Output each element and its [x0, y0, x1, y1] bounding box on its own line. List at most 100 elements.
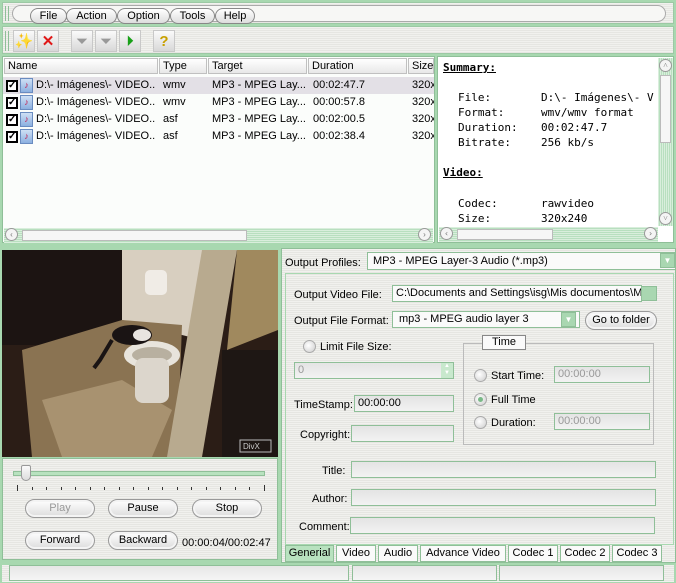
play-button[interactable]: Play: [25, 499, 95, 518]
scroll-left-button[interactable]: ‹: [5, 228, 18, 241]
column-header-target[interactable]: Target: [208, 58, 307, 74]
tab-codec-2[interactable]: Codec 2: [560, 545, 610, 562]
file-duration: 00:00:57.8: [313, 96, 365, 108]
forward-button[interactable]: Forward: [25, 531, 95, 550]
browse-output-file-button[interactable]: [641, 286, 657, 301]
filter-merge-button[interactable]: ⏷: [95, 30, 117, 52]
file-checkbox[interactable]: ✓: [6, 97, 18, 109]
summary-vertical-scrollbar[interactable]: ˄ ˅: [658, 58, 673, 226]
seek-tick: [31, 487, 33, 490]
filter-start-icon: ⏵: [126, 32, 134, 50]
file-row[interactable]: ✓ ♪ D:\- Imágenes\- VIDEO... asf MP3 - MPEG …: [3, 111, 434, 128]
tab-codec-3[interactable]: Codec 3: [612, 545, 662, 562]
media-file-icon: ♪: [20, 78, 33, 93]
file-duration: 00:02:00.5: [313, 113, 365, 125]
summary-heading: Summary:: [443, 61, 496, 74]
file-row[interactable]: ✓ ♪ D:\- Imágenes\- VIDEO... asf MP3 - MPEG …: [3, 128, 434, 145]
tab-advance-video[interactable]: Advance Video: [420, 545, 506, 562]
seek-tick: [75, 487, 76, 490]
scroll-right-button[interactable]: ›: [644, 227, 657, 240]
stop-button[interactable]: Stop: [192, 499, 262, 518]
summary-horizontal-scrollbar[interactable]: ‹ ›: [439, 227, 658, 242]
start-time-input[interactable]: 00:00:00: [554, 366, 650, 383]
time-group-title: Time: [482, 335, 526, 350]
file-target: MP3 - MPEG Lay...: [212, 113, 306, 125]
file-checkbox[interactable]: ✓: [6, 114, 18, 126]
file-list-horizontal-scrollbar[interactable]: ‹ ›: [4, 228, 433, 243]
duration-label: Duration:: [458, 121, 518, 134]
start-time-radio[interactable]: [474, 369, 487, 382]
pause-button[interactable]: Pause: [108, 499, 178, 518]
tab-audio[interactable]: Audio: [378, 545, 418, 562]
copyright-input[interactable]: [351, 425, 454, 442]
tab-codec-1[interactable]: Codec 1: [508, 545, 558, 562]
file-row[interactable]: ✓ ♪ D:\- Imágenes\- VIDEO... wmv MP3 - MPEG …: [3, 94, 434, 111]
tab-video[interactable]: Video: [336, 545, 376, 562]
seek-tick: [133, 487, 134, 490]
column-header-duration[interactable]: Duration: [308, 58, 407, 74]
seek-track[interactable]: [13, 471, 265, 476]
toolbar-grip[interactable]: [5, 31, 9, 51]
seek-tick: [234, 487, 236, 490]
duration-input[interactable]: 00:00:00: [554, 413, 650, 430]
scrollbar-thumb[interactable]: [457, 229, 553, 240]
scroll-down-button[interactable]: ˅: [659, 212, 672, 225]
menu-help[interactable]: Help: [215, 8, 255, 24]
file-checkbox[interactable]: ✓: [6, 131, 18, 143]
column-header-type[interactable]: Type: [159, 58, 207, 74]
start-convert-button[interactable]: ⏵: [119, 30, 141, 52]
timestamp-input[interactable]: 00:00:00: [354, 395, 454, 412]
start-time-label: Start Time:: [491, 370, 545, 382]
file-row[interactable]: ✓ ♪ D:\- Imágenes\- VIDEO... wmv MP3 - MPEG …: [3, 77, 434, 94]
scroll-right-button[interactable]: ›: [418, 228, 431, 241]
help-button[interactable]: ?: [153, 30, 175, 52]
output-profiles-select[interactable]: MP3 - MPEG Layer-3 Audio (*.mp3): [367, 252, 676, 270]
filter-convert-button[interactable]: ⏷: [71, 30, 93, 52]
title-input[interactable]: [351, 461, 656, 478]
column-header-size[interactable]: Size: [408, 58, 434, 74]
delete-button[interactable]: ✕: [37, 30, 59, 52]
file-type: asf: [163, 113, 178, 125]
limit-file-size-radio[interactable]: [303, 340, 316, 353]
limit-file-size-spinner[interactable]: ▲ ▼: [441, 363, 453, 378]
menu-grip[interactable]: [5, 6, 9, 21]
column-header-name[interactable]: Name: [4, 58, 158, 74]
vertical-scrollbar-thumb[interactable]: [660, 75, 671, 143]
file-duration: 00:02:38.4: [313, 130, 365, 142]
scroll-left-button[interactable]: ‹: [440, 227, 453, 240]
wizard-add-button[interactable]: ✨: [13, 30, 35, 52]
output-file-format-dropdown-button[interactable]: ▼: [561, 312, 576, 327]
menu-option[interactable]: Option: [117, 8, 170, 24]
seek-tick: [17, 485, 18, 491]
file-name: D:\- Imágenes\- VIDEO...: [36, 113, 156, 125]
comment-input[interactable]: [350, 517, 655, 534]
scroll-up-button[interactable]: ˄: [659, 59, 672, 72]
go-to-folder-button[interactable]: Go to folder: [585, 311, 657, 330]
backward-button[interactable]: Backward: [108, 531, 178, 550]
limit-file-size-input[interactable]: 0: [294, 362, 454, 379]
output-profiles-label: Output Profiles:: [285, 257, 361, 269]
seek-slider-handle[interactable]: [20, 465, 31, 481]
general-tab-content: Output Video File: C:\Documents and Sett…: [285, 273, 674, 545]
output-file-format-select[interactable]: mp3 - MPEG audio layer 3: [392, 311, 580, 328]
output-video-file-input[interactable]: C:\Documents and Settings\isg\Mis docume…: [392, 285, 642, 302]
file-checkbox[interactable]: ✓: [6, 80, 18, 92]
file-size: 320x: [412, 79, 434, 91]
menu-file[interactable]: File: [30, 8, 67, 24]
full-time-label: Full Time: [491, 394, 536, 406]
duration-radio[interactable]: [474, 416, 487, 429]
full-time-radio[interactable]: [474, 393, 487, 406]
menu-tools[interactable]: Tools: [170, 8, 215, 24]
seek-tick: [176, 487, 178, 490]
player-controls: Play Pause Stop Forward Backward 00:00:0…: [2, 458, 278, 560]
seek-tick: [191, 487, 192, 490]
output-profiles-dropdown-button[interactable]: ▼: [660, 253, 675, 268]
file-type: wmv: [163, 79, 186, 91]
format-label: Format:: [458, 106, 505, 119]
tab-general[interactable]: Generial: [285, 545, 334, 562]
author-input[interactable]: [351, 489, 656, 506]
menu-action[interactable]: Action: [66, 8, 117, 24]
video-preview: DivX: [2, 250, 278, 457]
output-settings-panel: Output Profiles: MP3 - MPEG Layer-3 Audi…: [281, 248, 676, 563]
scrollbar-thumb[interactable]: [22, 230, 247, 241]
